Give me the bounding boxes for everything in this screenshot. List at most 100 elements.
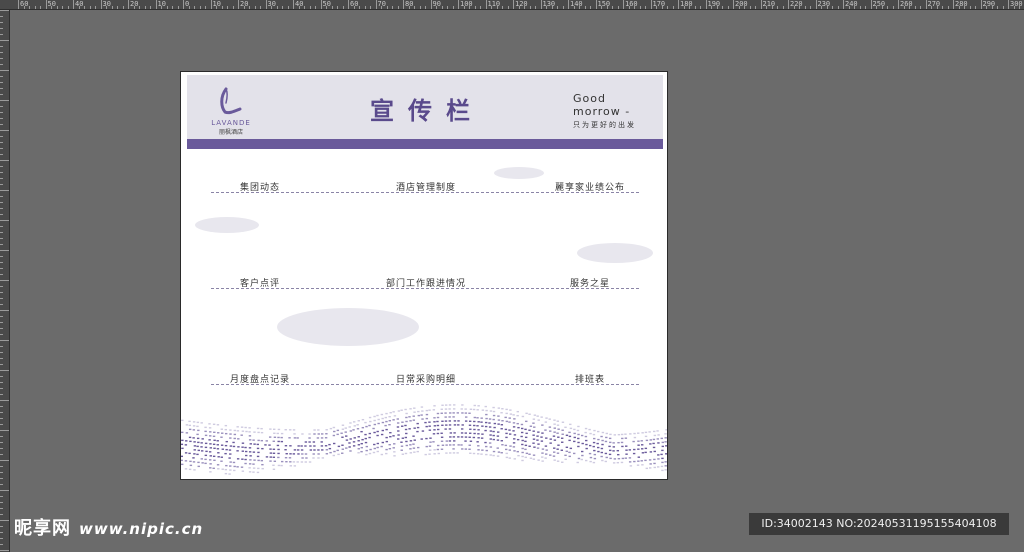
wave-dot (204, 430, 207, 433)
wave-dot (453, 404, 456, 406)
wave-dot (637, 432, 640, 434)
ruler-tick (672, 6, 674, 9)
wave-dot (280, 440, 284, 443)
wave-dot (492, 410, 496, 413)
wave-dot (197, 429, 200, 432)
wave-dot (232, 441, 235, 444)
wave-dot (545, 449, 548, 451)
wave-dot (381, 421, 385, 424)
wave-dot (461, 424, 464, 426)
wave-dot (509, 413, 513, 415)
wave-dot (620, 433, 624, 436)
wave-dot (289, 453, 292, 455)
wave-dot (445, 424, 448, 426)
wave-dot (384, 416, 388, 419)
ruler-tick (975, 6, 976, 9)
wave-dot (632, 440, 635, 443)
ruler-tick (0, 550, 9, 551)
wave-dot (257, 459, 260, 462)
ruler-tick (650, 0, 652, 9)
wave-dot (405, 444, 409, 447)
wave-dot (197, 465, 200, 468)
wave-dot (316, 437, 320, 439)
ruler-tick (0, 340, 9, 341)
wave-dot (233, 433, 237, 436)
wave-dot (593, 429, 596, 432)
wave-dot (477, 421, 480, 423)
wave-dot (620, 461, 624, 464)
wave-dot (261, 463, 264, 466)
wave-dot (549, 442, 552, 444)
ruler-tick (766, 6, 767, 9)
wave-dot (488, 422, 491, 424)
wave-dot (585, 459, 588, 462)
wave-dot (297, 453, 300, 455)
wave-dot (404, 428, 408, 431)
wave-dot (428, 421, 431, 423)
design-canvas[interactable]: LAVANDE 丽枫酒店 宣传栏 Good morrow - 只为更好的出发 集… (180, 71, 668, 480)
wave-dot (481, 425, 484, 427)
ruler-tick (298, 6, 300, 9)
ruler-tick (793, 6, 795, 9)
wave-dot (485, 453, 488, 456)
wave-dot (393, 451, 396, 453)
ruler-tick (568, 0, 569, 9)
wave-dot (637, 440, 640, 442)
wave-dot (300, 461, 304, 463)
wave-dot (624, 433, 627, 435)
wave-dot (536, 447, 540, 449)
wave-dot (360, 430, 363, 433)
wave-dot (661, 441, 664, 444)
wave-dot (625, 449, 628, 451)
wave-dot (532, 438, 536, 440)
wave-dot (592, 445, 595, 448)
wave-dot (272, 448, 276, 450)
wave-dot (429, 437, 432, 439)
wave-dot (309, 449, 313, 451)
ruler-tick (810, 6, 811, 9)
wave-dot (412, 419, 416, 421)
wave-dot (600, 455, 603, 458)
ruler-tick (0, 250, 9, 251)
wave-dot (600, 435, 603, 438)
wave-dot (553, 447, 556, 449)
ruler-tick (733, 0, 734, 9)
ruler-tick (260, 6, 261, 9)
wave-dot (448, 424, 452, 426)
ruler-tick (139, 6, 140, 9)
lavande-logo-icon (220, 87, 242, 115)
wave-dot (633, 460, 636, 463)
wave-dot (580, 458, 583, 461)
ruler-tick (348, 0, 349, 9)
ruler-tick (0, 322, 3, 323)
wave-dot (389, 435, 392, 438)
wave-dot (592, 461, 596, 464)
wave-dot (660, 465, 664, 468)
wave-dot (208, 423, 211, 425)
wave-dot (452, 436, 456, 438)
ruler-tick (579, 6, 580, 9)
wave-dot (520, 435, 523, 438)
wave-dot (216, 424, 220, 426)
section-divider (211, 192, 639, 193)
wave-dot (597, 450, 600, 453)
wave-dot (453, 424, 457, 426)
wave-dot (400, 409, 403, 411)
ruler-tick (0, 238, 3, 239)
ruler-tick (62, 6, 63, 9)
wave-dot (605, 432, 609, 435)
ruler-tick (45, 0, 47, 9)
ruler-tick (612, 6, 613, 9)
wave-dot (392, 419, 395, 421)
wave-dot (256, 471, 260, 474)
wave-dot (524, 444, 528, 447)
wave-dot (421, 418, 424, 420)
wave-dot (496, 439, 500, 441)
wave-dot (196, 453, 199, 456)
wave-dot (388, 423, 391, 426)
wave-dot (185, 424, 189, 426)
wave-dot (489, 454, 492, 456)
wave-dot (473, 428, 476, 431)
wave-dot (601, 439, 604, 442)
wave-dot (488, 418, 492, 420)
